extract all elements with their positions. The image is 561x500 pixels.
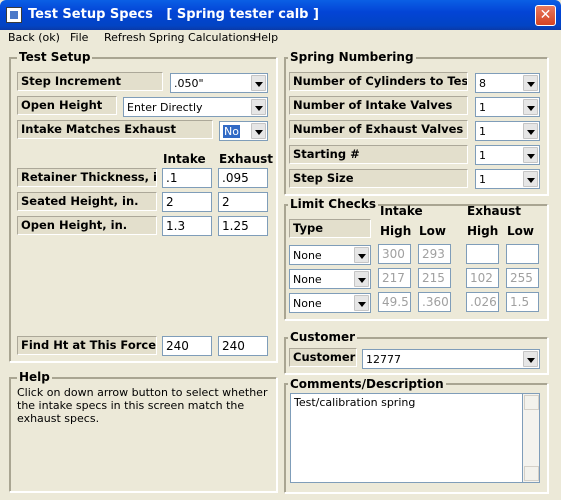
help-text: Click on down arrow button to select whe… [17, 386, 268, 425]
customer-label: Customer [289, 348, 357, 367]
find-ht-exhaust-input[interactable]: 240 [218, 336, 268, 356]
chevron-down-icon[interactable] [523, 75, 538, 91]
app-icon[interactable] [6, 7, 22, 23]
comments-title: Comments/Description [288, 377, 446, 391]
number-of-exhaust-valves-dropdown[interactable]: 1 [475, 121, 540, 141]
intake-matches-exhaust-dropdown[interactable]: No [219, 121, 268, 141]
menu-refresh-spring-calculations[interactable]: Refresh Spring Calculations [103, 31, 256, 44]
chevron-down-icon[interactable] [354, 247, 369, 263]
limit-intake-low-2[interactable]: 215 [418, 268, 451, 288]
intake-matches-exhaust-value: No [223, 125, 240, 138]
starting-number-value: 1 [479, 149, 486, 162]
step-size-dropdown[interactable]: 1 [475, 169, 540, 189]
limit-exhaust-high-3[interactable]: .026 [466, 292, 499, 312]
limit-type-value-1: None [293, 249, 322, 262]
open-height-exhaust-input[interactable]: 1.25 [218, 216, 268, 236]
scroll-down-arrow-icon[interactable] [524, 466, 539, 481]
chevron-down-icon[interactable] [523, 99, 538, 115]
step-increment-label: Step Increment [17, 72, 163, 91]
limit-exhaust-low-1[interactable] [506, 244, 539, 264]
chevron-down-icon[interactable] [251, 99, 266, 115]
chevron-down-icon[interactable] [523, 123, 538, 139]
test-setup-title: Test Setup [17, 50, 93, 64]
open-height-in-label: Open Height, in. [17, 216, 157, 235]
retainer-thickness-label: Retainer Thickness, in. [17, 168, 157, 187]
limit-intake-header: Intake [380, 204, 423, 218]
starting-number-dropdown[interactable]: 1 [475, 145, 540, 165]
limit-intake-high-1[interactable]: 300 [378, 244, 411, 264]
seated-height-intake-input[interactable]: 2 [162, 192, 212, 212]
limit-exhaust-high-2[interactable]: 102 [466, 268, 499, 288]
limit-intake-low-1[interactable]: 293 [418, 244, 451, 264]
number-of-cylinders-label: Number of Cylinders to Test [289, 72, 468, 91]
customer-dropdown[interactable]: 12777 [362, 349, 540, 369]
limit-exhaust-header: Exhaust [467, 204, 521, 218]
retainer-thickness-exhaust-input[interactable]: .095 [218, 168, 268, 188]
exhaust-column-header: Exhaust [219, 152, 273, 166]
limit-exhaust-high-1[interactable] [466, 244, 499, 264]
intake-low-header: Low [419, 224, 446, 238]
chevron-down-icon[interactable] [523, 147, 538, 163]
find-ht-intake-input[interactable]: 240 [162, 336, 212, 356]
menu-file[interactable]: File [69, 31, 89, 44]
limit-type-value-2: None [293, 273, 322, 286]
find-ht-label: Find Ht at This Force [17, 336, 157, 355]
limit-type-value-3: None [293, 297, 322, 310]
chevron-down-icon[interactable] [251, 75, 266, 91]
number-of-exhaust-valves-value: 1 [479, 125, 486, 138]
number-of-intake-valves-value: 1 [479, 101, 486, 114]
help-title: Help [17, 370, 52, 384]
chevron-down-icon[interactable] [354, 271, 369, 287]
limit-intake-low-3[interactable]: .360 [418, 292, 451, 312]
close-button[interactable]: ✕ [535, 5, 556, 26]
intake-column-header: Intake [163, 152, 206, 166]
number-of-intake-valves-label: Number of Intake Valves [289, 96, 468, 115]
open-height-label: Open Height [17, 96, 117, 115]
menu-help[interactable]: Help [252, 31, 279, 44]
retainer-thickness-intake-input[interactable]: .1 [162, 168, 212, 188]
limit-intake-high-2[interactable]: 217 [378, 268, 411, 288]
limit-type-label: Type [289, 219, 371, 238]
limit-intake-high-3[interactable]: 49.5 [378, 292, 411, 312]
number-of-exhaust-valves-label: Number of Exhaust Valves [289, 120, 468, 139]
intake-high-header: High [380, 224, 412, 238]
seated-height-exhaust-input[interactable]: 2 [218, 192, 268, 212]
open-height-intake-input[interactable]: 1.3 [162, 216, 212, 236]
limit-exhaust-low-2[interactable]: 255 [506, 268, 539, 288]
chevron-down-icon[interactable] [523, 351, 538, 367]
step-size-label: Step Size [289, 169, 468, 188]
number-of-cylinders-value: 8 [479, 77, 486, 90]
limit-type-dropdown-3[interactable]: None [289, 293, 371, 313]
step-size-value: 1 [479, 173, 486, 186]
chevron-down-icon[interactable] [251, 123, 266, 139]
step-increment-dropdown[interactable]: .050" [170, 73, 268, 93]
chevron-down-icon[interactable] [354, 295, 369, 311]
limit-exhaust-low-3[interactable]: 1.5 [506, 292, 539, 312]
menu-back-ok[interactable]: Back (ok) [7, 31, 61, 44]
chevron-down-icon[interactable] [523, 171, 538, 187]
customer-value: 12777 [366, 353, 401, 366]
exhaust-low-header: Low [507, 224, 534, 238]
comments-scrollbar[interactable] [523, 393, 540, 483]
step-increment-value: .050" [174, 77, 204, 90]
limit-checks-title: Limit Checks [288, 197, 379, 211]
scroll-up-arrow-icon[interactable] [524, 395, 539, 410]
number-of-cylinders-dropdown[interactable]: 8 [475, 73, 540, 93]
spring-numbering-title: Spring Numbering [288, 50, 416, 64]
customer-title: Customer [288, 330, 358, 344]
intake-matches-exhaust-label: Intake Matches Exhaust [17, 120, 213, 139]
open-height-value: Enter Directly [127, 101, 203, 114]
comments-textarea[interactable]: Test/calibration spring [290, 393, 523, 483]
exhaust-high-header: High [467, 224, 499, 238]
number-of-intake-valves-dropdown[interactable]: 1 [475, 97, 540, 117]
seated-height-label: Seated Height, in. [17, 192, 157, 211]
limit-type-dropdown-1[interactable]: None [289, 245, 371, 265]
starting-number-label: Starting # [289, 145, 468, 164]
window-title: Test Setup Specs [ Spring tester calb ] [28, 7, 319, 22]
limit-type-dropdown-2[interactable]: None [289, 269, 371, 289]
open-height-dropdown[interactable]: Enter Directly [123, 97, 268, 117]
